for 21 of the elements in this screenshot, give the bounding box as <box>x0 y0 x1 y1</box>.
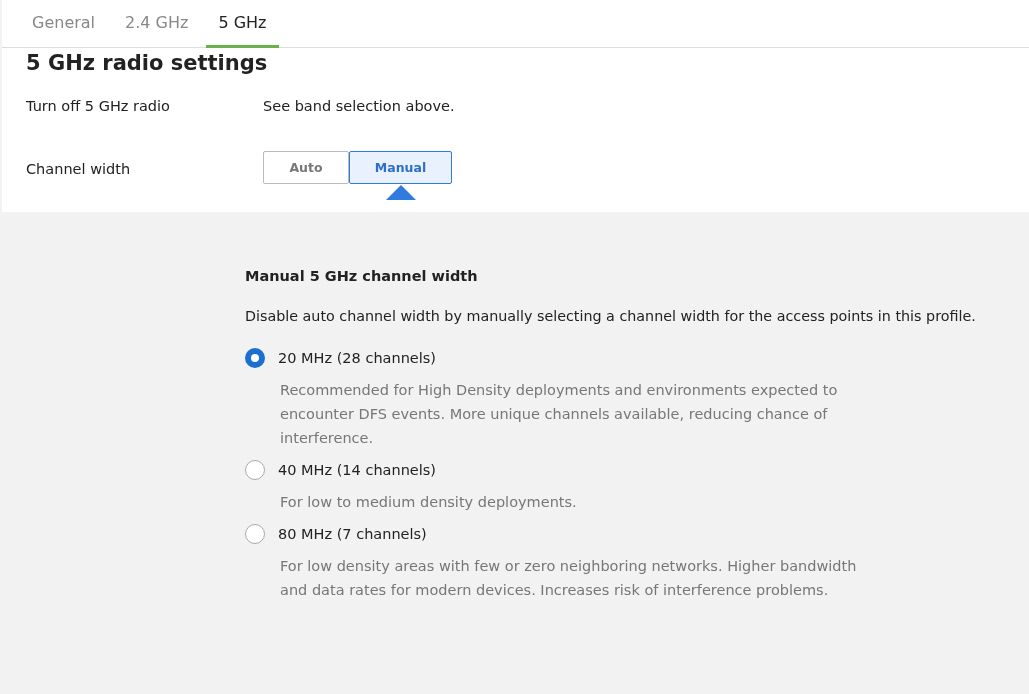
tab[interactable]: General <box>20 0 108 48</box>
radio-button[interactable] <box>245 348 265 368</box>
radio-label: 40 MHz (14 channels) <box>278 462 436 478</box>
radio-label: 80 MHz (7 channels) <box>278 526 427 542</box>
segment-button[interactable]: Auto <box>263 151 349 184</box>
setting-label: Channel width <box>26 160 132 179</box>
panel-description: Disable auto channel width by manually selecting a channel width for the access points in this profile. <box>245 307 977 326</box>
panel-title: Manual 5 GHz channel width <box>245 267 479 286</box>
segment-button[interactable]: Manual <box>349 151 452 184</box>
radio-button[interactable] <box>245 524 265 544</box>
tab[interactable]: 5 GHz <box>206 0 279 48</box>
section-title: 5 GHz radio settings <box>26 50 269 77</box>
option-description: Recommended for High Density deployments and environments expected to encounter DFS events. More unique channels available, reducing chance of interference. <box>280 381 839 448</box>
option-description: For low density areas with few or zero neighboring networks. Higher bandwidth and data rates for modern devices. Increases risk of interference problems. <box>280 557 858 600</box>
setting-value: See band selection above. <box>263 97 455 116</box>
pointer-triangle-icon <box>385 185 416 200</box>
radio-button[interactable] <box>245 460 265 480</box>
tab[interactable]: 2.4 GHz <box>113 0 201 48</box>
radio-label: 20 MHz (28 channels) <box>278 350 436 366</box>
setting-label: Turn off 5 GHz radio <box>26 97 171 116</box>
option-description: For low to medium density deployments. <box>280 493 578 512</box>
